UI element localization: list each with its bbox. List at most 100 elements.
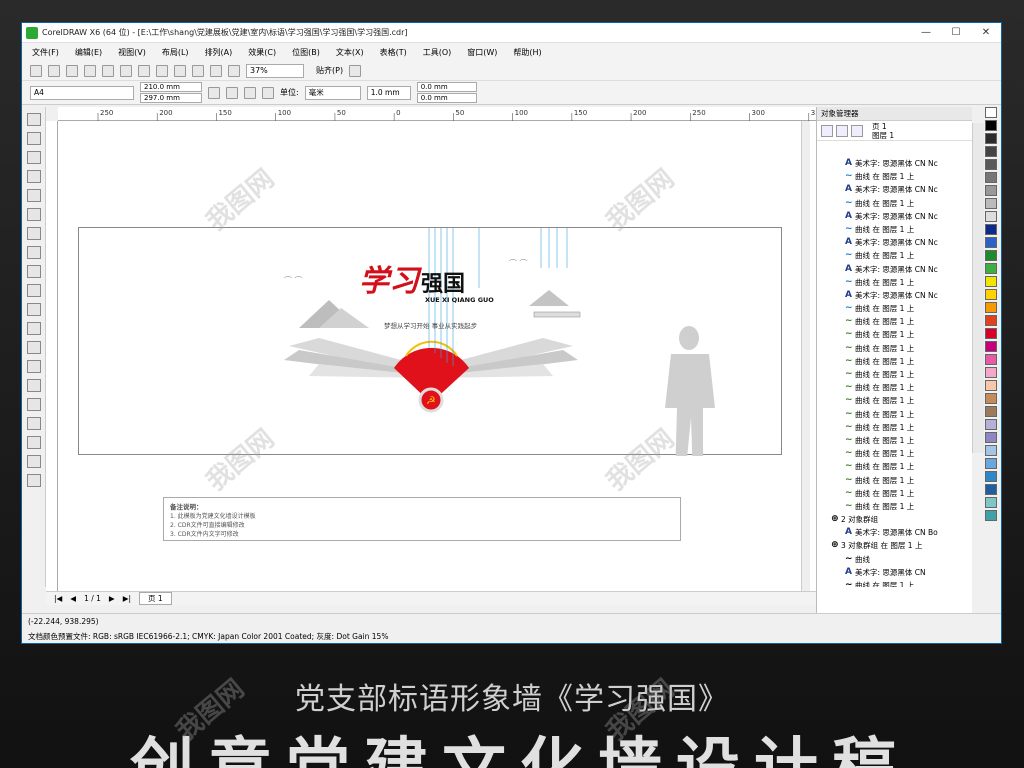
duplicate-y-field[interactable]: 0.0 mm	[416, 93, 477, 103]
object-row-curve[interactable]: ∼ 曲线 在 图层 1 上	[817, 421, 963, 434]
palette-swatch[interactable]	[985, 276, 997, 287]
object-row-curve[interactable]: ∼ 曲线 在 图层 1 上	[817, 394, 963, 407]
menu-text[interactable]: 文本(X)	[336, 47, 364, 58]
object-row-curve[interactable]: ∼ 曲线 在 图层 1 上	[817, 408, 963, 421]
palette-swatch[interactable]	[985, 315, 997, 326]
horizontal-ruler[interactable]: 25020015010050050100150200250300350	[58, 107, 828, 121]
palette-swatch[interactable]	[985, 510, 997, 521]
palette-swatch[interactable]	[985, 393, 997, 404]
vertical-ruler[interactable]	[46, 121, 58, 591]
first-page-icon[interactable]: |◀	[54, 594, 62, 603]
palette-swatch[interactable]	[985, 445, 997, 456]
next-page-icon[interactable]: ▶	[109, 594, 115, 603]
portrait-icon[interactable]	[208, 86, 220, 99]
menu-window[interactable]: 窗口(W)	[467, 47, 497, 58]
object-row-curve[interactable]: ∼ 曲线 在 图层 1 上	[817, 487, 963, 500]
prev-page-icon[interactable]: ◀	[70, 594, 76, 603]
crop-tool-icon[interactable]	[27, 151, 41, 164]
pick-tool-icon[interactable]	[27, 113, 41, 126]
object-row-curve[interactable]: ∼ 曲线	[817, 553, 963, 566]
edit-across-layers-icon[interactable]	[836, 124, 848, 137]
menu-arrange[interactable]: 排列(A)	[205, 47, 233, 58]
copy-icon[interactable]	[120, 64, 132, 77]
palette-swatch[interactable]	[985, 198, 997, 209]
zoom-tool-icon[interactable]	[27, 170, 41, 183]
menu-bitmaps[interactable]: 位图(B)	[292, 47, 320, 58]
object-row-curve[interactable]: ∼ 曲线 在 图层 1 上	[817, 500, 963, 513]
object-row-curve[interactable]: ∼ 曲线 在 图层 1 上	[817, 249, 963, 262]
palette-swatch[interactable]	[985, 133, 997, 144]
palette-swatch[interactable]	[985, 185, 997, 196]
shape-tool-icon[interactable]	[27, 132, 41, 145]
object-row-curve[interactable]: ∼ 曲线 在 图层 1 上	[817, 342, 963, 355]
palette-swatch[interactable]	[985, 341, 997, 352]
palette-swatch[interactable]	[985, 263, 997, 274]
undo-icon[interactable]	[156, 64, 168, 77]
unit-select[interactable]: 毫米	[304, 85, 361, 100]
palette-swatch[interactable]	[985, 237, 997, 248]
object-row-group[interactable]: ⊕ 2 对象群组	[817, 513, 963, 526]
zoom-level-field[interactable]: 37%	[246, 63, 304, 78]
rectangle-tool-icon[interactable]	[27, 227, 41, 240]
palette-swatch[interactable]	[985, 302, 997, 313]
snap-to-dropdown[interactable]: 贴齐(P)	[316, 65, 343, 76]
all-pages-icon[interactable]	[244, 86, 256, 99]
palette-swatch[interactable]	[985, 120, 997, 131]
object-row-curve[interactable]: ∼ 曲线 在 图层 1 上	[817, 355, 963, 368]
palette-swatch[interactable]	[985, 419, 997, 430]
dimension-tool-icon[interactable]	[27, 341, 41, 354]
interactive-fill-tool-icon[interactable]	[27, 474, 41, 487]
palette-swatch[interactable]	[985, 432, 997, 443]
nudge-distance-field[interactable]: 1.0 mm	[366, 85, 411, 100]
object-row-curve[interactable]: ∼ 曲线 在 图层 1 上	[817, 170, 963, 183]
menu-edit[interactable]: 编辑(E)	[75, 47, 102, 58]
save-icon[interactable]	[66, 64, 78, 77]
palette-swatch[interactable]	[985, 172, 997, 183]
palette-swatch[interactable]	[985, 367, 997, 378]
text-tool-icon[interactable]	[27, 303, 41, 316]
duplicate-x-field[interactable]: 0.0 mm	[416, 82, 477, 92]
menu-file[interactable]: 文件(F)	[32, 47, 59, 58]
close-button[interactable]: ✕	[971, 23, 1001, 43]
palette-swatch[interactable]	[985, 224, 997, 235]
palette-swatch[interactable]	[985, 107, 997, 118]
cut-icon[interactable]	[102, 64, 114, 77]
fill-tool-icon[interactable]	[27, 455, 41, 468]
drawing-canvas[interactable]: ☭ ⌒ ⌒ ⌒ ⌒ 学习强国 XUE XI QIANG GUO 梦想从学习开始 …	[58, 121, 828, 591]
transparency-tool-icon[interactable]	[27, 398, 41, 411]
import-icon[interactable]	[192, 64, 204, 77]
palette-swatch[interactable]	[985, 354, 997, 365]
freehand-tool-icon[interactable]	[27, 189, 41, 202]
object-row-curve[interactable]: ∼ 曲线 在 图层 1 上	[817, 460, 963, 473]
docker-side-tabs[interactable]	[972, 123, 984, 453]
object-row-group[interactable]: ⊕ 3 对象群组 在 图层 1 上	[817, 539, 963, 552]
object-row-text[interactable]: A 美术字: 思源黑体 CN Nc	[817, 157, 963, 170]
palette-swatch[interactable]	[985, 159, 997, 170]
page-tab[interactable]: 页 1	[139, 592, 172, 605]
object-row-text[interactable]: A 美术字: 思源黑体 CN Nc	[817, 263, 963, 276]
minimize-button[interactable]: —	[911, 23, 941, 43]
blend-tool-icon[interactable]	[27, 379, 41, 392]
object-row-text[interactable]: A 美术字: 思源黑体 CN	[817, 566, 963, 579]
print-icon[interactable]	[84, 64, 96, 77]
object-row-curve[interactable]: ∼ 曲线 在 图层 1 上	[817, 315, 963, 328]
outline-tool-icon[interactable]	[27, 436, 41, 449]
menu-effects[interactable]: 效果(C)	[248, 47, 276, 58]
palette-swatch[interactable]	[985, 289, 997, 300]
object-row-curve[interactable]: ∼ 曲线 在 图层 1 上	[817, 447, 963, 460]
page-node[interactable]: 页 1	[872, 122, 887, 131]
object-row-text[interactable]: A 美术字: 思源黑体 CN Nc	[817, 183, 963, 196]
polygon-tool-icon[interactable]	[27, 265, 41, 278]
palette-swatch[interactable]	[985, 458, 997, 469]
palette-swatch[interactable]	[985, 146, 997, 157]
last-page-icon[interactable]: ▶|	[123, 594, 131, 603]
menu-help[interactable]: 帮助(H)	[513, 47, 541, 58]
connector-tool-icon[interactable]	[27, 360, 41, 373]
palette-swatch[interactable]	[985, 380, 997, 391]
show-properties-icon[interactable]	[821, 124, 833, 137]
page-width-field[interactable]: 210.0 mm	[140, 82, 202, 92]
publish-pdf-icon[interactable]	[228, 64, 240, 77]
layer-node[interactable]: 图层 1	[872, 131, 894, 140]
object-row-text[interactable]: A 美术字: 思源黑体 CN Nc	[817, 236, 963, 249]
object-row-curve[interactable]: ∼ 曲线 在 图层 1 上	[817, 474, 963, 487]
